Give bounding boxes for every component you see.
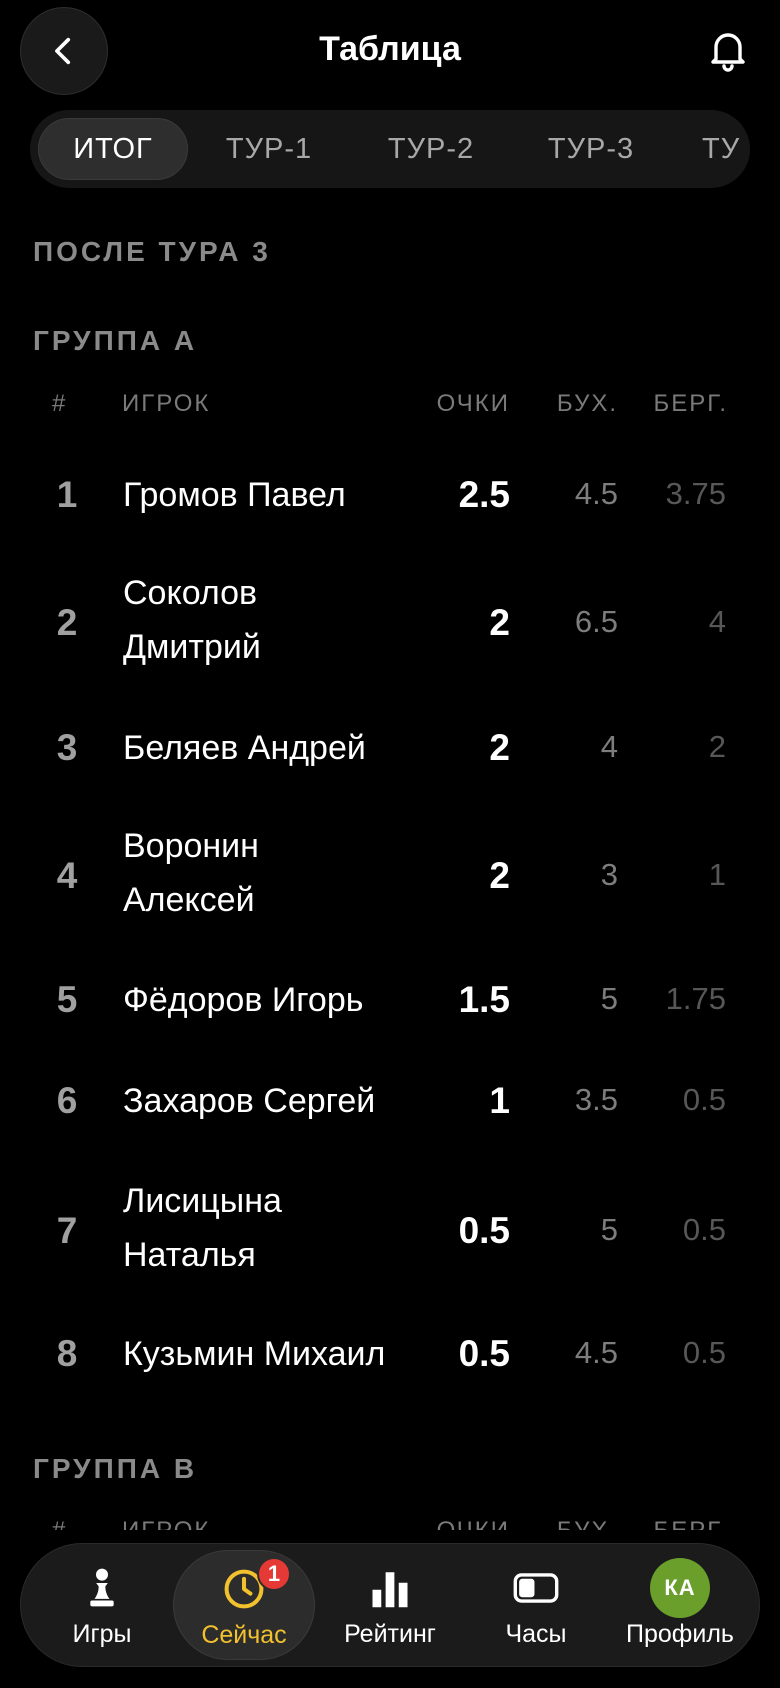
avatar: КА [650, 1558, 710, 1618]
tab-total[interactable]: ИТОГ [38, 118, 188, 180]
row-points: 0.5 [458, 1210, 510, 1251]
group-a-title: ГРУППА А [33, 325, 198, 356]
nav-now[interactable]: Сейчас 1 [173, 1550, 315, 1660]
row-berger: 3.75 [665, 476, 726, 511]
page-title: Таблица [319, 30, 461, 68]
nav-profile[interactable]: КА Профиль [609, 1550, 751, 1660]
tab-round-2[interactable]: ТУР-2 [360, 118, 502, 180]
row-buchholz: 5 [600, 1212, 618, 1247]
row-berger: 0.5 [682, 1082, 726, 1117]
notifications-button[interactable] [704, 24, 752, 74]
row-rank: 2 [56, 602, 78, 643]
row-rank: 8 [56, 1333, 78, 1374]
row-rank: 1 [56, 474, 78, 515]
nav-rating[interactable]: Рейтинг [319, 1550, 461, 1660]
row-name: Захаров Сергей [123, 1082, 376, 1120]
row-buchholz: 5 [600, 981, 618, 1016]
row-buchholz: 3 [600, 857, 618, 892]
row-berger: 1 [708, 857, 726, 892]
row-name: Воронин Алексей [123, 827, 259, 919]
row-name: Кузьмин Михаил [123, 1335, 386, 1373]
row-buchholz: 6.5 [574, 604, 618, 639]
col-rank: # [52, 390, 68, 417]
avatar-wrapper: КА [650, 1558, 710, 1618]
tab-round-4[interactable]: ТУ [702, 118, 750, 180]
row-points: 2 [489, 855, 510, 896]
row-name: Лисицына Наталья [123, 1182, 282, 1274]
nav-games-label: Игры [72, 1620, 132, 1648]
header: Таблица [0, 0, 780, 104]
row-berger: 0.5 [682, 1212, 726, 1247]
nav-profile-label: Профиль [626, 1620, 734, 1648]
bell-icon [711, 33, 745, 72]
row-points: 2 [489, 727, 510, 768]
row-name: Фёдоров Игорь [123, 981, 364, 1019]
row-rank: 5 [56, 979, 78, 1020]
nav-now-label: Сейчас [201, 1621, 287, 1649]
notification-badge: 1 [257, 1557, 291, 1591]
row-berger: 4 [708, 604, 726, 639]
row-points: 1.5 [458, 979, 510, 1020]
round-tabs: ИТОГ ТУР-1 ТУР-2 ТУР-3 ТУ [30, 110, 750, 188]
row-berger: 2 [708, 729, 726, 764]
row-name: Беляев Андрей [123, 729, 366, 767]
row-buchholz: 4.5 [574, 1335, 618, 1370]
col-berger: БЕРГ. [653, 390, 728, 417]
row-rank: 6 [56, 1080, 78, 1121]
row-points: 2 [489, 602, 510, 643]
row-berger: 0.5 [682, 1335, 726, 1370]
row-berger: 1.75 [665, 981, 726, 1016]
row-name: Соколов Дмитрий [123, 574, 261, 666]
table-header-a: # ИГРОК ОЧКИ БУХ. БЕРГ. [0, 390, 780, 430]
pawn-icon [72, 1558, 132, 1618]
nav-games[interactable]: Игры [31, 1550, 173, 1660]
col-player: ИГРОК [122, 390, 211, 417]
bar-chart-icon [360, 1558, 420, 1618]
tab-round-1[interactable]: ТУР-1 [198, 118, 340, 180]
row-points: 1 [489, 1080, 510, 1121]
row-buchholz: 3.5 [574, 1082, 618, 1117]
section-title: ПОСЛЕ ТУРА 3 [33, 236, 271, 267]
row-points: 2.5 [458, 474, 510, 515]
col-buchholz: БУХ. [556, 390, 618, 417]
group-b-title: ГРУППА В [33, 1453, 198, 1484]
nav-clock-label: Часы [505, 1620, 567, 1648]
row-name: Громов Павел [123, 476, 346, 514]
row-buchholz: 4.5 [574, 476, 618, 511]
row-points: 0.5 [458, 1333, 510, 1374]
row-rank: 3 [56, 727, 78, 768]
col-points: ОЧКИ [436, 390, 510, 417]
row-buchholz: 4 [600, 729, 618, 764]
nav-clock[interactable]: Часы [465, 1550, 607, 1660]
chess-clock-icon [506, 1558, 566, 1618]
row-rank: 4 [56, 855, 78, 896]
tab-round-3[interactable]: ТУР-3 [520, 118, 662, 180]
row-rank: 7 [56, 1210, 78, 1251]
bottom-nav: Игры Сейчас 1 Рейтинг Часы КА Профиль [20, 1543, 760, 1667]
nav-rating-label: Рейтинг [344, 1620, 436, 1648]
